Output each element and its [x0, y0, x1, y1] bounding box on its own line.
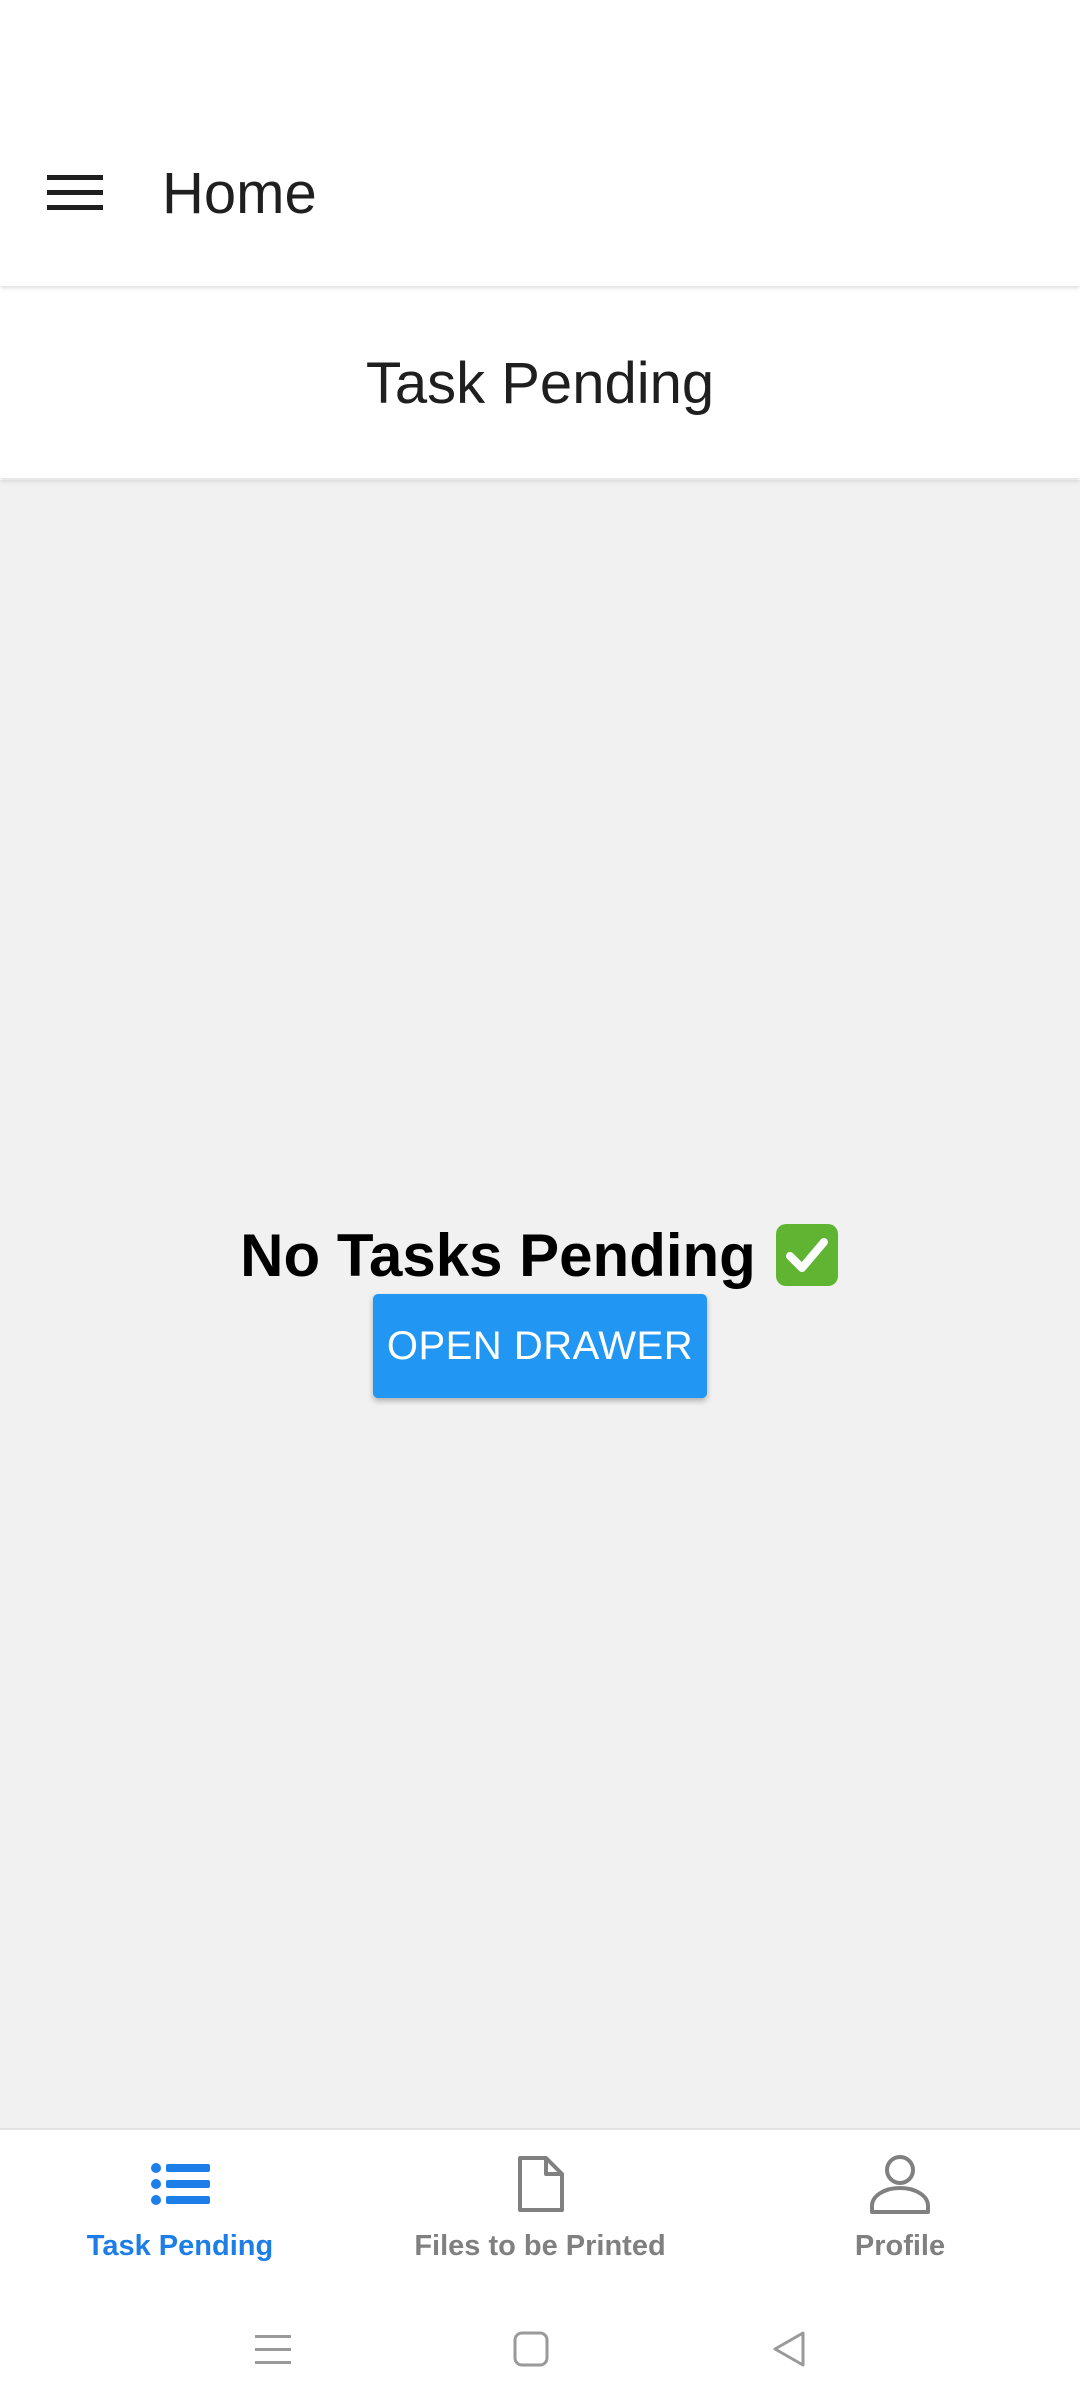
bottom-navigation: Task Pending Files to be Printed Profile: [0, 2128, 1080, 2290]
menu-button[interactable]: [28, 150, 122, 236]
tab-label: Profile: [854, 2230, 946, 2262]
home-icon: [513, 2331, 549, 2367]
check-mark-icon: [774, 1222, 840, 1288]
recent-apps-icon: [255, 2335, 291, 2364]
app-bar: Home: [0, 0, 1080, 286]
main-content: No Tasks Pending OPEN DRAWER: [0, 480, 1080, 2128]
hamburger-menu-icon: [47, 175, 103, 210]
tab-label: Task Pending: [86, 2230, 274, 2262]
system-navigation-bar: [0, 2288, 1080, 2408]
empty-state-message: No Tasks Pending: [240, 1221, 756, 1289]
open-drawer-label: OPEN DRAWER: [386, 1323, 694, 1368]
tab-profile[interactable]: Profile: [720, 2130, 1080, 2290]
home-button[interactable]: [496, 2314, 566, 2384]
section-title: Task Pending: [365, 350, 715, 416]
person-icon: [868, 2152, 932, 2216]
tab-task-pending[interactable]: Task Pending: [0, 2130, 360, 2290]
section-header: Task Pending: [0, 288, 1080, 478]
back-button[interactable]: [754, 2314, 824, 2384]
tab-label: Files to be Printed: [414, 2230, 666, 2262]
tab-files-to-be-printed[interactable]: Files to be Printed: [360, 2130, 720, 2290]
empty-state: No Tasks Pending: [0, 1210, 1080, 1300]
open-drawer-button[interactable]: OPEN DRAWER: [373, 1294, 707, 1398]
recent-apps-button[interactable]: [238, 2314, 308, 2384]
back-icon: [773, 2331, 805, 2367]
list-icon: [148, 2152, 212, 2216]
page-title: Home: [162, 161, 317, 226]
file-icon: [508, 2152, 572, 2216]
